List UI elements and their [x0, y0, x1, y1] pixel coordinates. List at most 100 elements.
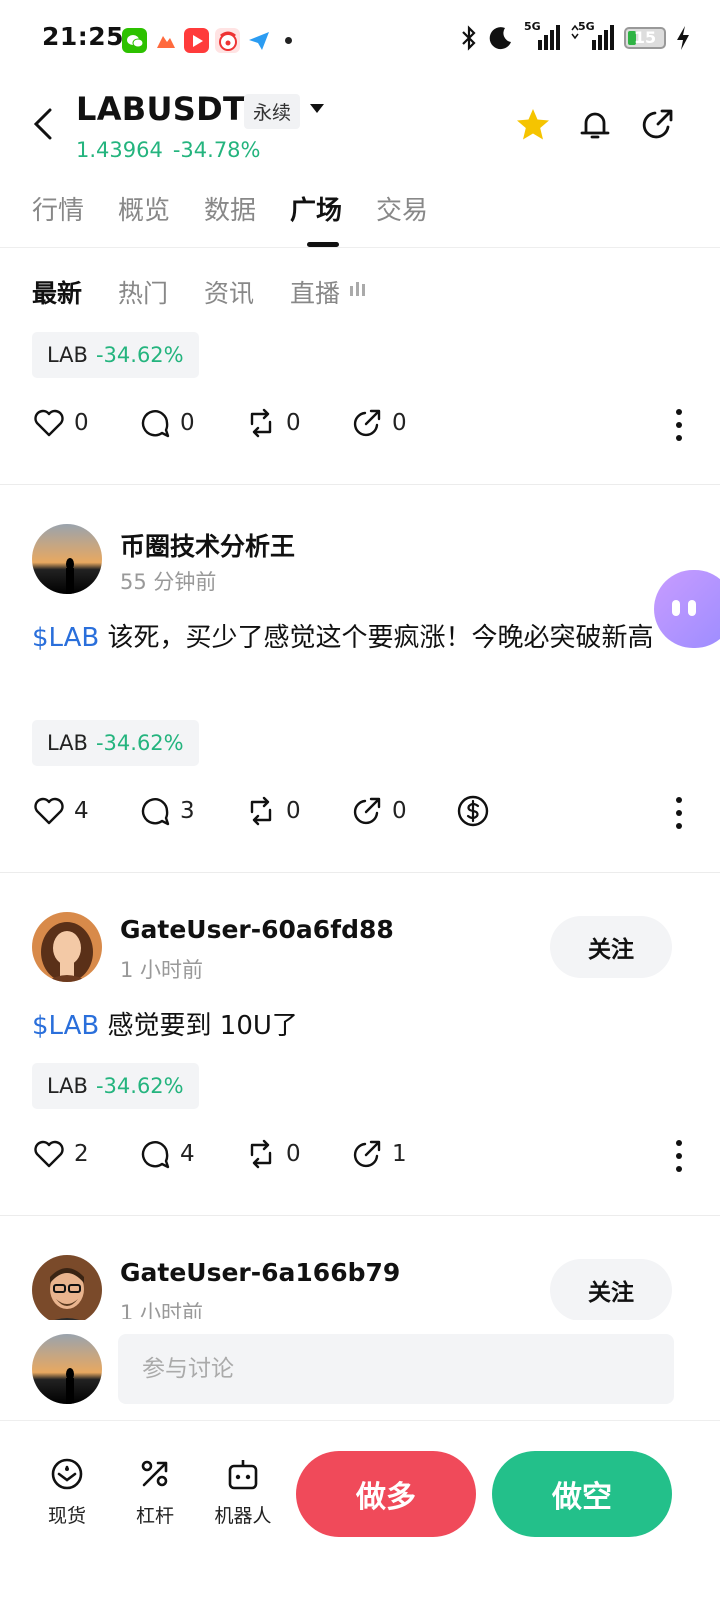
more-options-icon[interactable] [674, 408, 684, 442]
heart-icon [34, 409, 64, 437]
price-change: -34.78% [172, 138, 261, 162]
signal-5g-icon-2: 5G [570, 20, 614, 52]
coin-tag[interactable]: LAB -34.62% [32, 1063, 199, 1109]
paper-plane-icon [246, 28, 271, 53]
repost-button[interactable]: 0 [244, 406, 301, 440]
spot-icon [51, 1458, 83, 1490]
coin-tag[interactable]: LAB -34.62% [32, 332, 199, 378]
subtab-latest[interactable]: 最新 [32, 274, 82, 310]
repost-icon [250, 796, 272, 826]
more-notifications-icon [285, 37, 292, 44]
signal-5g-icon: 5G [524, 20, 560, 52]
follow-button[interactable]: 关注 [550, 1259, 672, 1321]
avatar[interactable] [32, 912, 102, 982]
share-arrow-icon [353, 409, 381, 437]
dollar-coin-icon [457, 795, 489, 827]
subtab-news[interactable]: 资讯 [204, 274, 254, 310]
live-bars-icon [350, 282, 365, 296]
leverage-icon [141, 1460, 168, 1487]
video-app-icon [184, 28, 209, 53]
status-time: 21:25 [42, 22, 125, 51]
status-bar: 21:25 5G 5G 15 [0, 0, 720, 84]
contract-dropdown-icon[interactable] [310, 104, 324, 113]
bluetooth-icon [462, 25, 476, 51]
post-divider [0, 484, 720, 485]
post-time: 1 小时前 [120, 1301, 204, 1319]
coin-tag[interactable]: LAB -34.62% [32, 720, 199, 766]
comment-bubble-icon [141, 410, 170, 438]
robot-icon [228, 1460, 258, 1490]
comment-button[interactable]: 4 [138, 1137, 195, 1171]
more-options-icon[interactable] [674, 796, 684, 830]
tab-market[interactable]: 行情 [32, 190, 84, 227]
tab-trade[interactable]: 交易 [376, 190, 428, 227]
share-post-button[interactable]: 0 [350, 794, 407, 828]
like-button[interactable]: 2 [32, 1137, 89, 1171]
pair-header: LABUSDT 永续 1.43964 -34.78% [0, 84, 720, 170]
more-options-icon[interactable] [674, 1139, 684, 1173]
system-icons: 5G 5G 15 [460, 20, 690, 52]
main-tabs: 行情 概览 数据 广场 交易 [0, 186, 720, 248]
avatar[interactable] [32, 524, 102, 594]
moon-icon [489, 27, 511, 50]
share-post-button[interactable]: 1 [350, 1137, 407, 1171]
like-button[interactable]: 4 [32, 794, 89, 828]
bottom-trade-bar: 现货 杠杆 机器人 做多 做空 [0, 1420, 720, 1604]
comment-bubble-icon [141, 798, 170, 826]
follow-button[interactable]: 关注 [550, 916, 672, 978]
heart-icon [34, 797, 64, 825]
tab-data[interactable]: 数据 [204, 190, 256, 227]
repost-button[interactable]: 0 [244, 794, 301, 828]
my-avatar[interactable] [32, 1334, 102, 1404]
share-arrow-icon [353, 797, 381, 825]
share-icon[interactable] [638, 106, 676, 144]
post-body[interactable]: $LAB 感觉要到 10U了 [32, 1004, 682, 1048]
comment-input[interactable] [118, 1334, 674, 1404]
tip-button[interactable] [456, 794, 498, 828]
comment-button[interactable]: 3 [138, 794, 195, 828]
back-arrow-icon[interactable] [28, 106, 58, 142]
post-actions: 2 4 0 1 [32, 1137, 692, 1177]
post-author[interactable]: 币圈技术分析王 [120, 527, 295, 563]
repost-icon [250, 408, 272, 438]
nav-leverage[interactable]: 杠杆 [120, 1455, 190, 1528]
long-button[interactable]: 做多 [296, 1451, 476, 1537]
battery-icon: 15 [624, 27, 666, 49]
subtab-live[interactable]: 直播 [290, 274, 340, 310]
short-button[interactable]: 做空 [492, 1451, 672, 1537]
star-icon[interactable] [514, 106, 552, 144]
tab-square[interactable]: 广场 [290, 190, 342, 227]
repost-button[interactable]: 0 [244, 1137, 301, 1171]
comment-bar [0, 1320, 720, 1420]
post-divider [0, 1215, 720, 1216]
game-app-icon [153, 28, 178, 53]
comment-button[interactable]: 0 [138, 406, 195, 440]
clown-app-icon [215, 28, 240, 53]
post-time: 55 分钟前 [120, 570, 217, 594]
post-divider [0, 872, 720, 873]
like-button[interactable]: 0 [32, 406, 89, 440]
avatar[interactable] [32, 1255, 102, 1325]
post-body[interactable]: $LAB 该死，买少了感觉这个要疯涨！今晚必突破新高 [32, 616, 682, 660]
tab-overview[interactable]: 概览 [118, 190, 170, 227]
post-author[interactable]: GateUser-6a166b79 [120, 1258, 400, 1287]
last-price: 1.43964 [76, 138, 163, 162]
bell-icon[interactable] [576, 106, 614, 144]
share-post-button[interactable]: 0 [350, 406, 407, 440]
pair-title: LABUSDT [76, 90, 246, 128]
subtab-hot[interactable]: 热门 [118, 274, 168, 310]
nav-spot[interactable]: 现货 [32, 1455, 102, 1528]
post-author[interactable]: GateUser-60a6fd88 [120, 915, 394, 944]
post-time: 1 小时前 [120, 958, 204, 982]
wechat-icon [122, 28, 147, 53]
cashtag-link[interactable]: $LAB [32, 623, 99, 653]
nav-robot[interactable]: 机器人 [208, 1455, 278, 1528]
cashtag-link[interactable]: $LAB [32, 1011, 99, 1041]
charging-icon [677, 26, 689, 50]
active-tab-indicator [307, 242, 339, 247]
post-actions: 0 0 0 0 [32, 406, 692, 446]
contract-type-badge[interactable]: 永续 [244, 94, 301, 129]
post-actions: 4 3 0 0 [32, 794, 692, 834]
price-line: 1.43964 -34.78% [76, 138, 261, 162]
heart-icon [34, 1140, 64, 1168]
